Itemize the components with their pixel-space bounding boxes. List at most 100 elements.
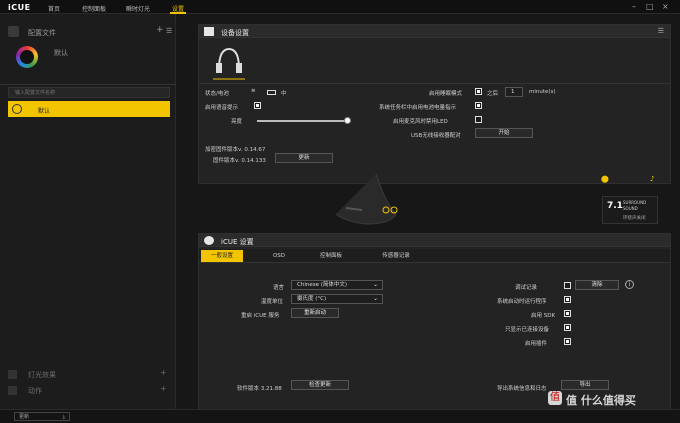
tray-battery-checkbox[interactable] — [475, 102, 482, 109]
language-select[interactable]: Chinese (简体中文) ⌄ — [291, 280, 383, 290]
surround-title: 7.1 — [607, 201, 623, 211]
encrypted-firmware-label: 加密固件版本v. 0.14.67 — [205, 147, 266, 153]
software-update-label: 更新 — [19, 414, 30, 420]
surround-sound-badge[interactable]: 7.1 SURROUND SOUND 环绕声关闭 — [602, 196, 658, 224]
profile-avatar-icon — [16, 46, 38, 68]
icue-settings-title: iCUE 设置 — [221, 238, 254, 246]
top-nav-bar: iCUE 首页 控制面板 瞬时灯光 设置 – □ × — [0, 0, 680, 14]
profile-search-input[interactable] — [9, 88, 169, 97]
add-action-icon[interactable]: + — [160, 384, 167, 393]
sleep-mode-checkbox[interactable] — [475, 88, 482, 95]
profile-folder-icon — [8, 26, 19, 37]
nav-home[interactable]: 首页 — [48, 4, 60, 13]
sdk-checkbox[interactable] — [564, 310, 571, 317]
tab-general[interactable]: 一般设置 — [201, 250, 243, 262]
language-value: Chinese (简体中文) — [297, 282, 348, 288]
mic-led-checkbox[interactable] — [475, 116, 482, 123]
firmware-version-label: 固件版本v. 0.14.133 — [213, 158, 266, 164]
plugins-label: 启用插件 — [525, 341, 548, 347]
check-update-button[interactable]: 检查更新 — [291, 380, 349, 390]
tab-sensor-log[interactable]: 传感器记录 — [371, 250, 421, 262]
current-profile-name: 默认 — [54, 49, 68, 57]
device-settings-title: 设备设置 — [221, 29, 249, 37]
brightness-slider[interactable] — [257, 120, 347, 122]
export-label: 导出系统信息和日志 — [497, 386, 547, 392]
divider — [199, 83, 670, 84]
panel-menu-icon[interactable]: ☰ — [658, 27, 664, 35]
temp-unit-select[interactable]: 摄氏度 (°C) ⌄ — [291, 294, 383, 304]
tab-osd[interactable]: OSD — [261, 250, 297, 262]
profile-sidebar: 配置文件 + ☰ 默认 默认 灯光效果 + 动作 + — [0, 14, 176, 409]
add-lighting-icon[interactable]: + — [160, 368, 167, 377]
mic-icon[interactable]: ⬤ — [601, 175, 609, 183]
icue-settings-panel: iCUE 设置 一般设置 OSD 控制面板 传感器记录 语言 Chinese (… — [198, 233, 671, 411]
profile-item-label: 默认 — [38, 108, 51, 115]
close-icon[interactable]: × — [662, 2, 669, 11]
device-settings-panel: 设备设置 ☰ 状态/电池 ≋ 中 启用语音提示 亮度 加密固件版本v. 0.14… — [198, 24, 671, 184]
nav-instant-lighting[interactable]: 瞬时灯光 — [126, 4, 150, 13]
profile-search-input-wrap[interactable] — [8, 87, 170, 98]
debug-log-checkbox[interactable] — [564, 282, 571, 289]
temp-unit-label: 温度单位 — [261, 299, 284, 305]
mic-led-label: 启用麦克风时禁用LED — [393, 119, 448, 125]
profile-list-item[interactable]: 默认 — [8, 101, 170, 117]
actions-icon — [8, 386, 17, 395]
maximize-icon[interactable]: □ — [646, 2, 654, 11]
show-connected-checkbox[interactable] — [564, 324, 571, 331]
download-icon: ⤓ — [62, 414, 65, 420]
chevron-down-icon: ⌄ — [372, 281, 378, 288]
firmware-update-button[interactable]: 更新 — [275, 153, 333, 163]
temp-unit-value: 摄氏度 (°C) — [297, 296, 327, 302]
software-version-label: 软件版本 3.21.88 — [237, 386, 282, 392]
profiles-title: 配置文件 — [28, 29, 56, 37]
nav-dashboard[interactable]: 控制面板 — [82, 4, 106, 13]
actions-title: 动作 — [28, 387, 42, 395]
bottom-bar: 更新 ⤓ — [0, 409, 680, 423]
sleep-minutes-input[interactable]: 1 — [505, 87, 523, 97]
surround-line1: SURROUND — [623, 200, 647, 205]
restart-service-label: 重启 iCUE 服务 — [241, 313, 280, 319]
lighting-icon — [8, 370, 17, 379]
profiles-menu-icon[interactable]: ☰ — [166, 27, 172, 35]
export-button[interactable]: 导出 — [561, 380, 609, 390]
icue-logo: iCUE — [8, 3, 31, 12]
battery-icon — [267, 90, 276, 95]
debug-log-label: 调试记录 — [515, 285, 538, 291]
voice-prompt-checkbox[interactable] — [254, 102, 261, 109]
sleep-mode-label: 启用睡眠模式 — [429, 91, 463, 97]
profiles-header: 配置文件 + ☰ — [8, 25, 172, 38]
pair-start-button[interactable]: 开始 — [475, 128, 533, 138]
status-battery-label: 状态/电池 — [205, 91, 229, 97]
add-profile-icon[interactable]: + — [156, 25, 164, 35]
actions-section[interactable]: 动作 + — [8, 384, 170, 397]
surround-icon[interactable]: ♪ — [650, 175, 654, 183]
brightness-slider-thumb[interactable] — [344, 117, 351, 124]
chevron-down-icon: ⌄ — [372, 295, 378, 302]
watermark-badge: 值 — [548, 391, 562, 405]
minimize-icon[interactable]: – — [632, 2, 636, 11]
language-label: 语言 — [273, 285, 285, 291]
clear-log-button[interactable]: 清除 — [575, 280, 619, 290]
plugins-checkbox[interactable] — [564, 338, 571, 345]
divider — [0, 84, 176, 85]
software-update-button[interactable]: 更新 ⤓ — [14, 412, 70, 421]
main-area: 设备设置 ☰ 状态/电池 ≋ 中 启用语音提示 亮度 加密固件版本v. 0.14… — [176, 14, 680, 411]
surround-line2: SOUND — [623, 206, 638, 211]
headset-thumbnail-icon[interactable] — [209, 41, 249, 81]
headset-render-icon — [335, 174, 398, 225]
startup-checkbox[interactable] — [564, 296, 571, 303]
wireless-icon: ≋ — [251, 88, 256, 94]
sleep-after-label: 之后 — [487, 91, 499, 97]
tray-battery-label: 系统任务栏中启用电池电量指示 — [379, 105, 457, 111]
battery-level: 中 — [281, 91, 287, 97]
brightness-label: 亮度 — [231, 119, 243, 125]
lighting-effects-title: 灯光效果 — [28, 371, 56, 379]
tab-dashboard[interactable]: 控制面板 — [311, 250, 351, 262]
info-icon[interactable]: i — [625, 280, 634, 289]
restart-button[interactable]: 重新启动 — [291, 308, 339, 318]
voice-prompt-label: 启用语音提示 — [205, 105, 239, 111]
lighting-effects-section[interactable]: 灯光效果 + — [8, 368, 170, 381]
profile-item-icon — [12, 104, 22, 114]
sleep-unit-label: minute(s) — [529, 89, 556, 95]
settings-tab-bar: 一般设置 OSD 控制面板 传感器记录 — [199, 249, 670, 263]
